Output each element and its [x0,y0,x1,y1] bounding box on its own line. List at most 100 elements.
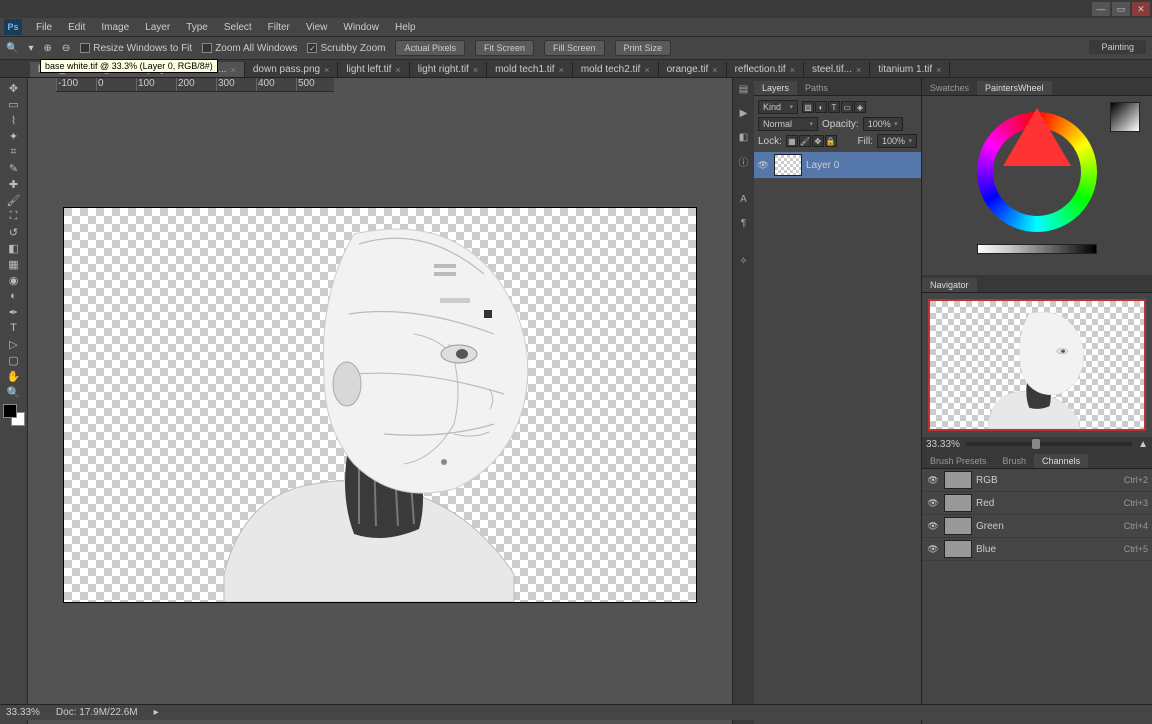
fill-screen-button[interactable]: Fill Screen [544,40,605,56]
lock-all-icon[interactable]: 🔒 [825,135,837,147]
workspace-dropdown[interactable]: Painting [1089,40,1146,54]
close-icon[interactable]: × [324,65,329,75]
zoom-slider[interactable] [966,442,1132,446]
document-tab[interactable]: steel.tif...× [804,62,870,77]
close-icon[interactable]: × [712,65,717,75]
status-zoom[interactable]: 33.33% [6,707,40,718]
filter-type-icon[interactable]: T [828,101,840,113]
close-icon[interactable]: × [231,65,236,75]
tab-swatches[interactable]: Swatches [922,81,977,95]
lock-position-icon[interactable]: ✥ [812,135,824,147]
pen-tool[interactable]: ✒ [3,304,25,320]
move-tool[interactable]: ✥ [3,80,25,96]
color-swatches[interactable] [3,404,25,426]
adjust-icon[interactable]: ✧ [735,252,753,270]
lasso-tool[interactable]: ⌇ [3,112,25,128]
print-size-button[interactable]: Print Size [615,40,672,56]
value-square[interactable] [1110,102,1140,132]
canvas-area[interactable]: -100010020030040050060070080090010001100… [28,78,732,724]
menu-type[interactable]: Type [178,20,216,35]
visibility-icon[interactable]: 👁 [756,158,770,172]
filter-pixel-icon[interactable]: ▧ [802,101,814,113]
filter-smart-icon[interactable]: ◈ [854,101,866,113]
properties-icon[interactable]: ◧ [735,128,753,146]
document-tab[interactable]: down pass.png× [245,62,339,77]
close-icon[interactable]: × [936,65,941,75]
status-caret-icon[interactable]: ▸ [154,707,159,718]
visibility-icon[interactable]: 👁 [926,496,940,510]
navigator-preview[interactable] [928,299,1146,431]
close-icon[interactable]: × [473,65,478,75]
menu-layer[interactable]: Layer [137,20,178,35]
resize-windows-checkbox[interactable]: Resize Windows to Fit [80,43,192,54]
foreground-color-swatch[interactable] [3,404,17,418]
actual-pixels-button[interactable]: Actual Pixels [395,40,465,56]
menu-filter[interactable]: Filter [260,20,298,35]
zoom-in-icon[interactable]: ⊕ [43,43,51,54]
filter-adjust-icon[interactable]: ◐ [815,101,827,113]
layer-kind-dropdown[interactable]: Kind [758,100,798,114]
tab-layers[interactable]: Layers [754,81,797,95]
paragraph-icon[interactable]: ¶ [735,214,753,232]
actions-icon[interactable]: ▶ [735,104,753,122]
shape-tool[interactable]: ▢ [3,352,25,368]
visibility-icon[interactable]: 👁 [926,519,940,533]
document-tab[interactable]: reflection.tif× [727,62,804,77]
menu-help[interactable]: Help [387,20,424,35]
opacity-field[interactable]: 100% [863,117,903,131]
channel-row[interactable]: 👁 Green Ctrl+4 [922,515,1152,538]
lock-transparency-icon[interactable]: ▦ [786,135,798,147]
document-tab[interactable]: mold tech2.tif× [573,62,659,77]
channel-row[interactable]: 👁 RGB Ctrl+2 [922,469,1152,492]
menu-file[interactable]: File [28,20,60,35]
dropdown-caret-icon[interactable]: ▾ [28,43,33,54]
crop-tool[interactable]: ⌗ [3,144,25,160]
lock-icons[interactable]: ▦ 🖌 ✥ 🔒 [786,135,837,147]
visibility-icon[interactable]: 👁 [926,542,940,556]
canvas[interactable] [64,208,696,602]
close-icon[interactable]: × [644,65,649,75]
filter-shape-icon[interactable]: ▭ [841,101,853,113]
channel-row[interactable]: 👁 Red Ctrl+3 [922,492,1152,515]
layer-row[interactable]: 👁 Layer 0 [754,152,921,178]
layer-thumbnail[interactable] [774,154,802,176]
tab-brush[interactable]: Brush [995,454,1035,468]
history-icon[interactable]: ▤ [735,80,753,98]
stamp-tool[interactable]: ⛶ [3,208,25,224]
blend-mode-dropdown[interactable]: Normal [758,117,818,131]
document-tab[interactable]: light left.tif× [338,62,409,77]
document-tab[interactable]: mold tech1.tif× [487,62,573,77]
hand-tool[interactable]: ✋ [3,368,25,384]
close-icon[interactable]: × [790,65,795,75]
document-tab[interactable]: light right.tif× [410,62,487,77]
eraser-tool[interactable]: ◧ [3,240,25,256]
menu-window[interactable]: Window [335,20,387,35]
menu-select[interactable]: Select [216,20,260,35]
layer-name[interactable]: Layer 0 [806,160,839,171]
path-tool[interactable]: ▷ [3,336,25,352]
fill-field[interactable]: 100% [877,134,917,148]
navigator-zoom-value[interactable]: 33.33% [926,439,960,450]
fit-screen-button[interactable]: Fit Screen [475,40,534,56]
menu-image[interactable]: Image [93,20,137,35]
menu-view[interactable]: View [298,20,336,35]
zoom-tool[interactable]: 🔍 [3,384,25,400]
info-icon[interactable]: ⓘ [735,152,753,170]
menu-edit[interactable]: Edit [60,20,93,35]
tab-paths[interactable]: Paths [797,81,836,95]
type-tool[interactable]: T [3,320,25,336]
brush-tool[interactable]: 🖌 [3,192,25,208]
channel-row[interactable]: 👁 Blue Ctrl+5 [922,538,1152,561]
close-icon[interactable]: × [559,65,564,75]
tab-brush-presets[interactable]: Brush Presets [922,454,995,468]
eyedropper-tool[interactable]: ✎ [3,160,25,176]
scrubby-zoom-checkbox[interactable]: ✓Scrubby Zoom [307,43,385,54]
history-brush-tool[interactable]: ↺ [3,224,25,240]
document-tab[interactable]: orange.tif× [659,62,727,77]
healing-tool[interactable]: ✚ [3,176,25,192]
saturation-triangle[interactable] [1003,108,1071,166]
lock-paint-icon[interactable]: 🖌 [799,135,811,147]
wand-tool[interactable]: ✦ [3,128,25,144]
maximize-button[interactable]: ▭ [1112,2,1130,16]
marquee-tool[interactable]: ▭ [3,96,25,112]
